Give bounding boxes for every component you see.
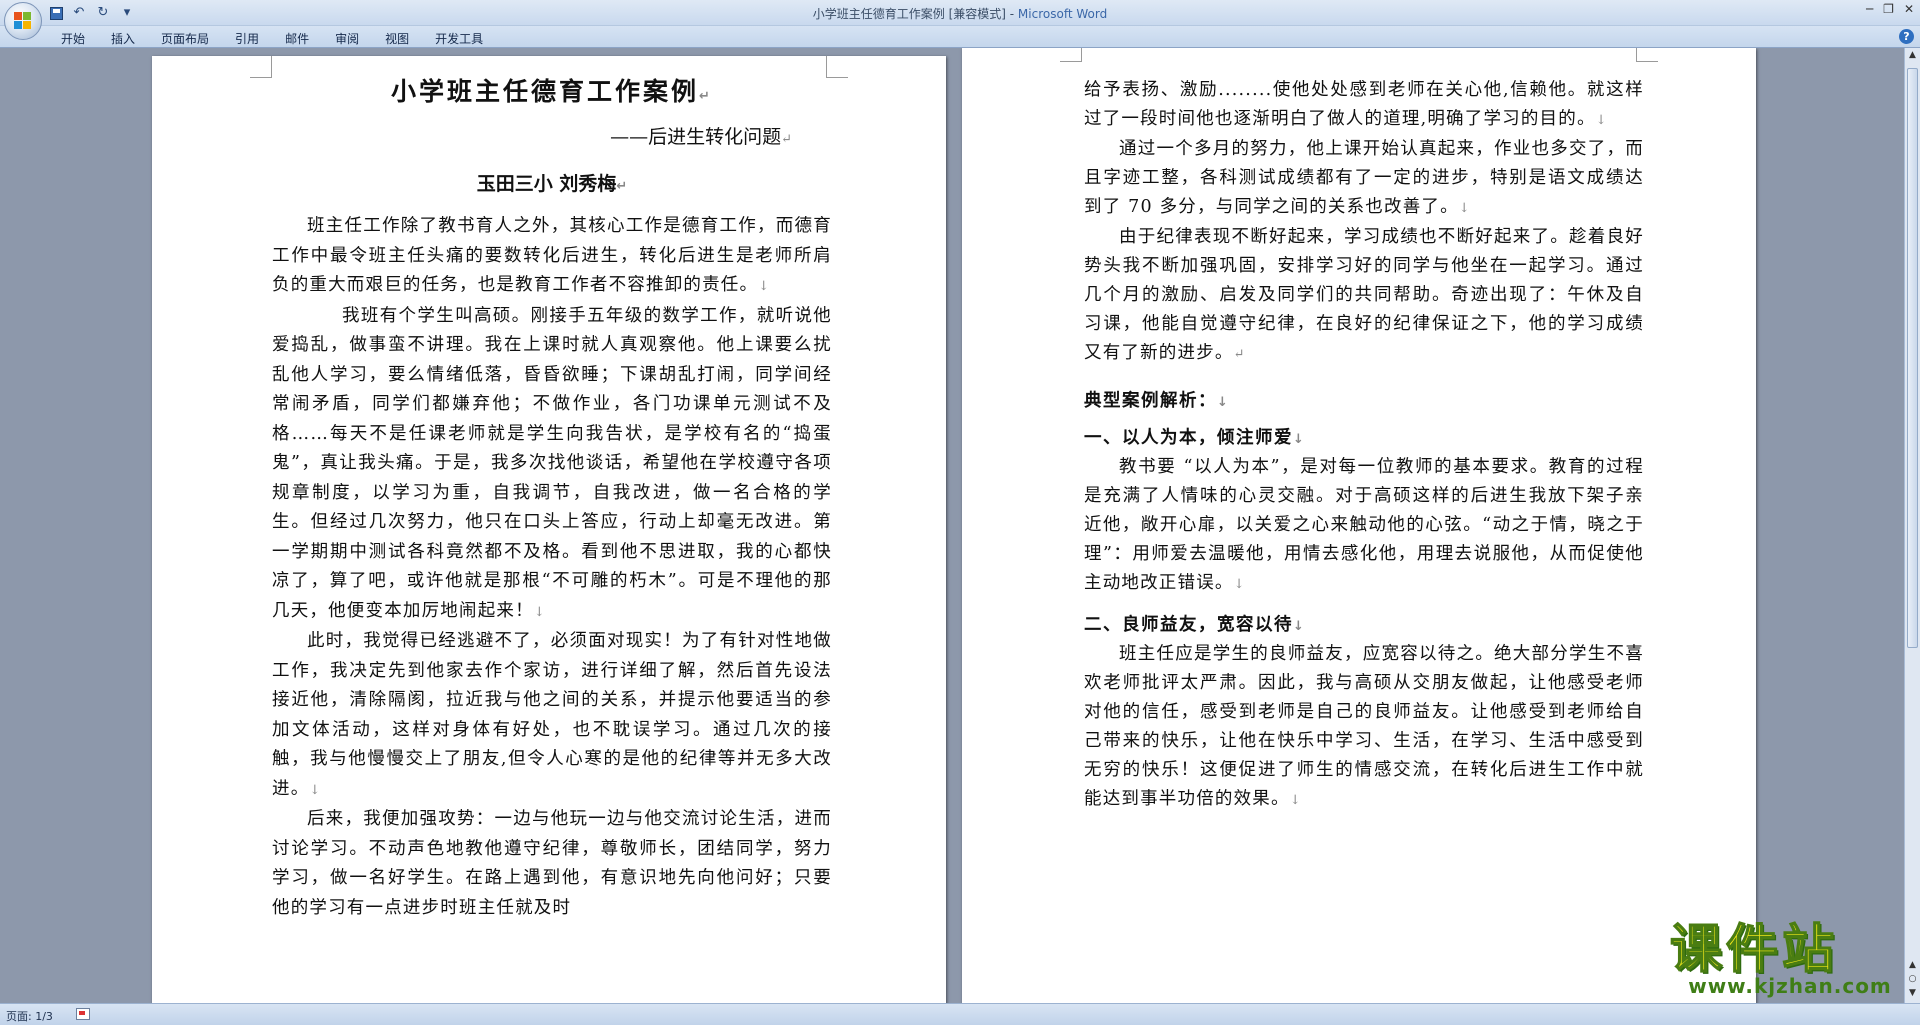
paragraph: 此时，我觉得已经逃避不了，必须面对现实！为了有针对性地做工作，我决定先到他家去作…: [272, 631, 832, 799]
minimize-icon[interactable]: ─: [1866, 2, 1873, 16]
watermark-text: 课件站: [1669, 920, 1839, 980]
window-title: 小学班主任德育工作案例 [兼容模式] - Microsoft Word: [0, 5, 1920, 22]
tab-review[interactable]: 审阅: [322, 29, 372, 48]
margin-corner-mark: [1060, 48, 1082, 62]
document-title-heading: 小学班主任德育工作案例↵: [391, 77, 713, 106]
vertical-scrollbar[interactable]: ▲ ▲ ○ ▼: [1904, 48, 1920, 1003]
page-1[interactable]: 小学班主任德育工作案例↵ ——后进生转化问题↵ 玉田三小 刘秀梅↵ 班主任工作除…: [152, 56, 946, 1003]
page-count-status[interactable]: 页面: 1/3: [6, 1008, 53, 1024]
paragraph: 我班有个学生叫高硕。刚接手五年级的数学工作，就听说他爱捣乱，做事蛮不讲理。我在上…: [272, 305, 832, 621]
paragraph: 通过一个多月的努力，他上课开始认真起来，作业也多交了，而且字迹工整，各科测试成绩…: [1084, 139, 1644, 217]
paragraph: 班主任工作除了教书育人之外，其核心工作是德育工作，而德育工作中最令班主任头痛的要…: [272, 216, 832, 295]
status-bar: 页面: 1/3: [0, 1003, 1920, 1025]
office-logo-icon: [14, 12, 32, 30]
scroll-up-icon[interactable]: ▲: [1907, 50, 1918, 61]
tab-insert[interactable]: 插入: [98, 29, 148, 48]
app-name: Microsoft Word: [1017, 7, 1108, 21]
ribbon: 开始 插入 页面布局 引用 邮件 审阅 视图 开发工具 ?: [0, 26, 1920, 48]
help-icon[interactable]: ?: [1899, 29, 1914, 44]
margin-corner-mark: [250, 56, 272, 78]
paragraph: 由于纪律表现不断好起来，学习成绩也不断好起来了。趁着良好势头我不断加强巩固，安排…: [1084, 227, 1644, 363]
tab-references[interactable]: 引用: [222, 29, 272, 48]
watermark-logo: 课件站 www.kjzhan.com: [1669, 920, 1910, 1002]
office-button[interactable]: [4, 2, 42, 40]
document-area[interactable]: 小学班主任德育工作案例↵ ——后进生转化问题↵ 玉田三小 刘秀梅↵ 班主任工作除…: [0, 48, 1904, 1003]
ribbon-tabs: 开始 插入 页面布局 引用 邮件 审阅 视图 开发工具: [48, 29, 496, 48]
paragraph: 教书要 “以人为本”，是对每一位教师的基本要求。教育的过程是充满了人情味的心灵交…: [1084, 457, 1644, 593]
paragraph: 给予表扬、激励........使他处处感到老师在关心他,信赖他。就这样过了一段时…: [1084, 80, 1644, 129]
page-2-content[interactable]: 给予表扬、激励........使他处处感到老师在关心他,信赖他。就这样过了一段时…: [1084, 76, 1644, 815]
section-heading: 二、良师益友，宽容以待↓: [1084, 615, 1306, 635]
tab-view[interactable]: 视图: [372, 29, 422, 48]
margin-corner-mark: [1636, 48, 1658, 62]
document-author: 玉田三小 刘秀梅↵: [476, 173, 628, 195]
tab-home[interactable]: 开始: [48, 29, 98, 48]
document-subtitle: ——后进生转化问题↵: [610, 126, 792, 148]
title-bar: ↶ ↻ ▾ 小学班主任德育工作案例 [兼容模式] - Microsoft Wor…: [0, 0, 1920, 26]
page-2[interactable]: 给予表扬、激励........使他处处感到老师在关心他,信赖他。就这样过了一段时…: [962, 48, 1756, 1003]
document-title: 小学班主任德育工作案例 [兼容模式] -: [812, 7, 1018, 21]
watermark-url: www.kjzhan.com: [1688, 974, 1892, 998]
paragraph: 后来，我便加强攻势：一边与他玩一边与他交流讨论生活，进而讨论学习。不动声色地教他…: [272, 809, 832, 918]
scrollbar-thumb[interactable]: [1907, 68, 1918, 648]
paragraph: 班主任应是学生的良师益友，应宽容以待之。绝大部分学生不喜欢老师批评太严肃。因此，…: [1084, 644, 1644, 809]
section-heading: 一、以人为本，倾注师爱↓: [1084, 428, 1306, 448]
tab-developer[interactable]: 开发工具: [422, 29, 496, 48]
section-heading: 典型案例解析：↓: [1084, 391, 1230, 411]
restore-icon[interactable]: ❐: [1883, 2, 1894, 16]
proofing-status-icon[interactable]: [76, 1008, 90, 1020]
tab-page-layout[interactable]: 页面布局: [148, 29, 222, 48]
tab-mailings[interactable]: 邮件: [272, 29, 322, 48]
window-controls: ─ ❐ ✕: [1866, 2, 1914, 16]
page-1-content[interactable]: 小学班主任德育工作案例↵ ——后进生转化问题↵ 玉田三小 刘秀梅↵ 班主任工作除…: [272, 68, 832, 923]
close-icon[interactable]: ✕: [1904, 2, 1914, 16]
